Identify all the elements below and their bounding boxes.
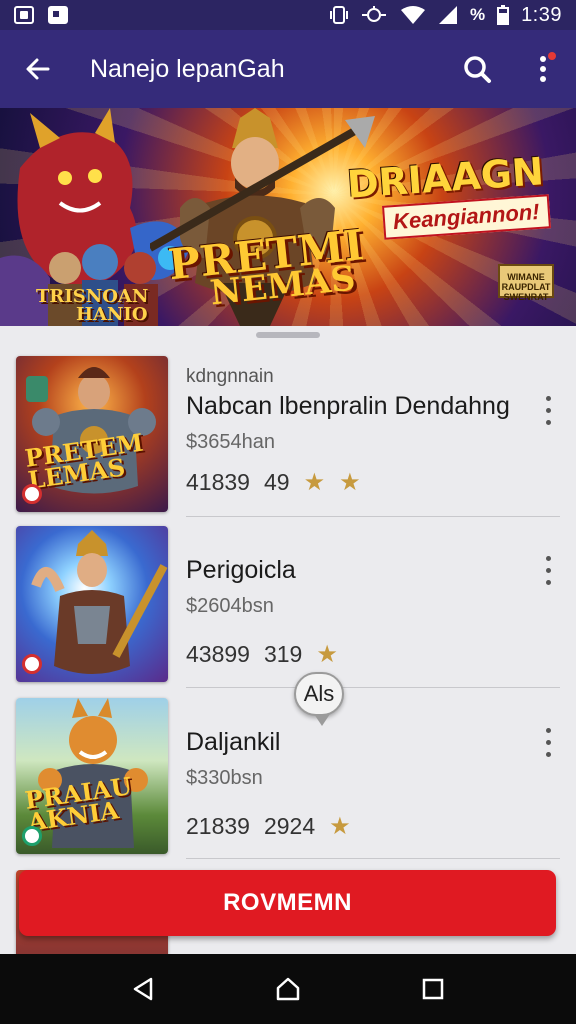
item-badge — [22, 826, 42, 846]
item-price: $3654han — [186, 431, 275, 453]
item-more-button[interactable] — [538, 724, 558, 760]
item-title: Perigoicla — [186, 556, 296, 584]
item-meta: 21839 2924 ★ — [186, 812, 556, 841]
notification-dot — [548, 52, 556, 60]
square-recents-icon — [423, 978, 444, 1000]
nav-home-button[interactable] — [258, 959, 318, 1019]
clock: 1:39 — [521, 3, 562, 26]
back-button[interactable] — [0, 30, 76, 108]
page-title: Nanejo lepanGah — [90, 54, 285, 83]
search-icon — [464, 56, 491, 83]
star-icon: ★ — [316, 641, 338, 668]
list-item[interactable]: PRAIAU AKNIA Daljankil $330bsn 21839 292… — [0, 698, 576, 868]
item-more-button[interactable] — [538, 392, 558, 428]
item-badge — [22, 654, 42, 674]
nav-back-button[interactable] — [113, 959, 173, 1019]
star-icon: ★ — [329, 813, 351, 840]
nav-recents-button[interactable] — [403, 959, 463, 1019]
app-bar: Nanejo lepanGah — [0, 30, 576, 108]
search-button[interactable] — [444, 30, 510, 108]
notification-app-icon — [14, 6, 34, 24]
item-subtitle: kdngnnain — [186, 366, 274, 387]
overflow-menu-button[interactable] — [510, 30, 576, 108]
triangle-back-icon — [133, 977, 152, 1001]
item-meta-count: 41839 — [186, 469, 250, 495]
primary-action-button[interactable]: ROVMEMN — [19, 870, 556, 936]
battery-icon — [497, 5, 510, 25]
drag-handle[interactable] — [256, 332, 320, 338]
signal-icon — [438, 6, 457, 24]
item-meta-count: 43899 — [186, 641, 250, 667]
item-meta-rating: 2924 — [263, 813, 316, 839]
item-price: $2604bsn — [186, 595, 274, 617]
item-price: $330bsn — [186, 767, 263, 789]
banner-corner-line2: HANIO — [76, 304, 148, 325]
mute-bell-icon — [361, 6, 386, 22]
divider — [186, 687, 560, 688]
banner-corner-text: TRISNOAN HANIO — [36, 288, 148, 324]
star-icon: ★ — [303, 469, 326, 496]
home-icon — [276, 977, 300, 1001]
banner-badge: WIMANE RAUPDLAT SWENRAT — [498, 264, 554, 302]
item-title: Daljankil — [186, 728, 281, 756]
divider — [186, 858, 560, 859]
item-meta-count: 21839 — [186, 813, 250, 839]
list-item[interactable]: PRETEM LEMAS kdngnnain Nabcan lbenpralin… — [0, 356, 576, 526]
item-thumbnail: PRETEM LEMAS — [16, 356, 168, 512]
item-meta: 41839 49 ★ ★ — [186, 468, 556, 497]
item-meta-rating: 319 — [263, 641, 303, 667]
item-badge — [22, 484, 42, 504]
promo-banner[interactable]: DRIAAGN Keangiannon! PRETMI NEMAS TRISNO… — [0, 108, 576, 326]
star-icon: ★ — [339, 469, 361, 496]
battery-percent-label: % — [469, 5, 486, 24]
item-thumbnail — [16, 526, 168, 682]
item-meta: 43899 319 ★ — [186, 640, 556, 669]
item-title: Nabcan lbenpralin Dendahng — [186, 392, 510, 420]
vibrate-icon — [329, 6, 348, 24]
list-item[interactable]: Perigoicla $2604bsn 43899 319 ★ — [0, 526, 576, 696]
tooltip-bubble: Als — [294, 672, 344, 726]
wifi-icon — [400, 6, 425, 24]
system-nav-bar — [0, 954, 576, 1024]
back-arrow-icon — [26, 58, 50, 80]
results-sheet: PRETEM LEMAS kdngnnain Nabcan lbenpralin… — [0, 326, 576, 954]
divider — [186, 516, 560, 517]
status-bar: % 1:39 — [0, 0, 576, 30]
notification-image-icon — [48, 6, 68, 24]
item-more-button[interactable] — [538, 552, 558, 588]
item-thumbnail: PRAIAU AKNIA — [16, 698, 168, 854]
item-meta-rating: 49 — [263, 469, 290, 495]
more-vertical-icon — [540, 56, 546, 82]
